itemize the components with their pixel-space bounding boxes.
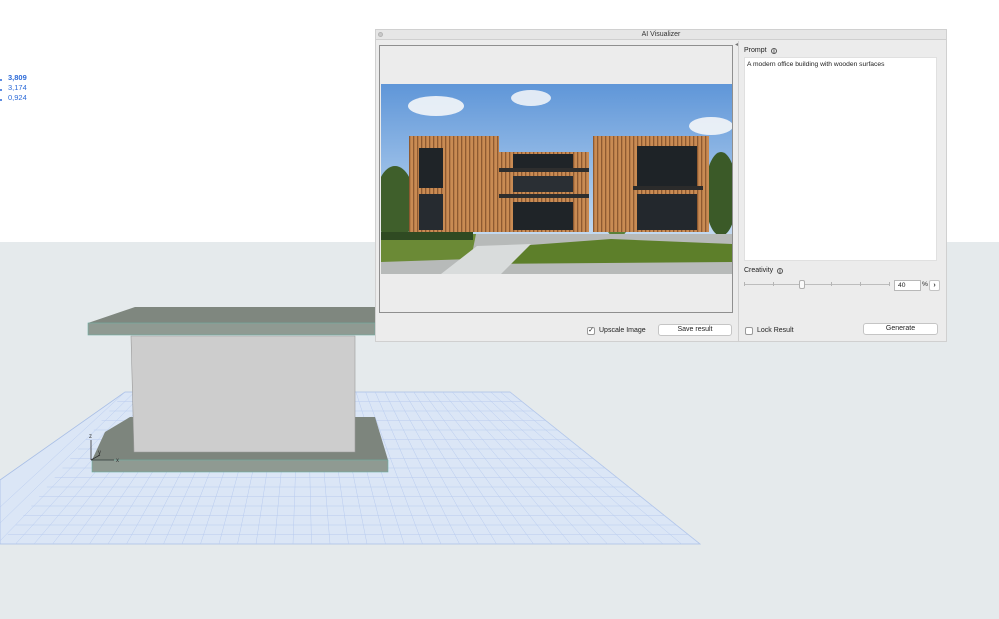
render-preview-image [381,84,732,274]
coord-value-x: 3,809 [8,73,27,82]
chevron-right-icon[interactable]: › [929,280,940,291]
lock-result-checkbox[interactable] [745,327,753,335]
axis-label-z: z [89,434,92,440]
slider-tick [773,282,774,286]
axis-label-y: y [98,450,101,456]
prompt-textarea[interactable]: A modern office building with wooden sur… [744,57,937,261]
palette-title: AI Visualizer [641,31,681,38]
wall-block[interactable] [130,335,356,453]
palette-titlebar[interactable]: AI Visualizer [376,30,946,40]
slider-tick [744,282,745,286]
save-result-button[interactable]: Save result [658,324,732,336]
upper-slab[interactable] [87,307,376,336]
prompt-label: Prompt [744,47,767,54]
coord-value-y: 3,174 [8,83,27,92]
upscale-checkbox[interactable]: ✓ [587,327,595,335]
coord-bullet [0,79,2,81]
creativity-value-field[interactable]: 40 [894,280,921,291]
ai-visualizer-palette: AI Visualizer ◂ Prompt i A modern office… [375,29,947,342]
creativity-label: Creativity [744,267,774,274]
slider-tick [889,282,890,286]
upscale-label: Upscale Image [599,327,646,334]
slider-tick [831,282,832,286]
panel-splitter[interactable] [738,41,739,342]
preview-frame [379,45,733,313]
axis-label-x: x [116,458,119,464]
info-icon[interactable]: i [771,48,777,55]
info-icon[interactable]: i [777,268,783,275]
coord-bullet [0,99,2,101]
coord-bullet [0,89,2,91]
splitter-handle-icon[interactable]: ◂ [735,42,738,48]
creativity-slider-thumb[interactable] [799,280,806,289]
slider-tick [860,282,861,286]
generate-button[interactable]: Generate [863,323,938,335]
coord-value-z: 0,924 [8,93,27,102]
percent-label: % [922,281,928,288]
lock-result-label: Lock Result [757,327,794,334]
creativity-slider-track[interactable] [744,284,890,285]
